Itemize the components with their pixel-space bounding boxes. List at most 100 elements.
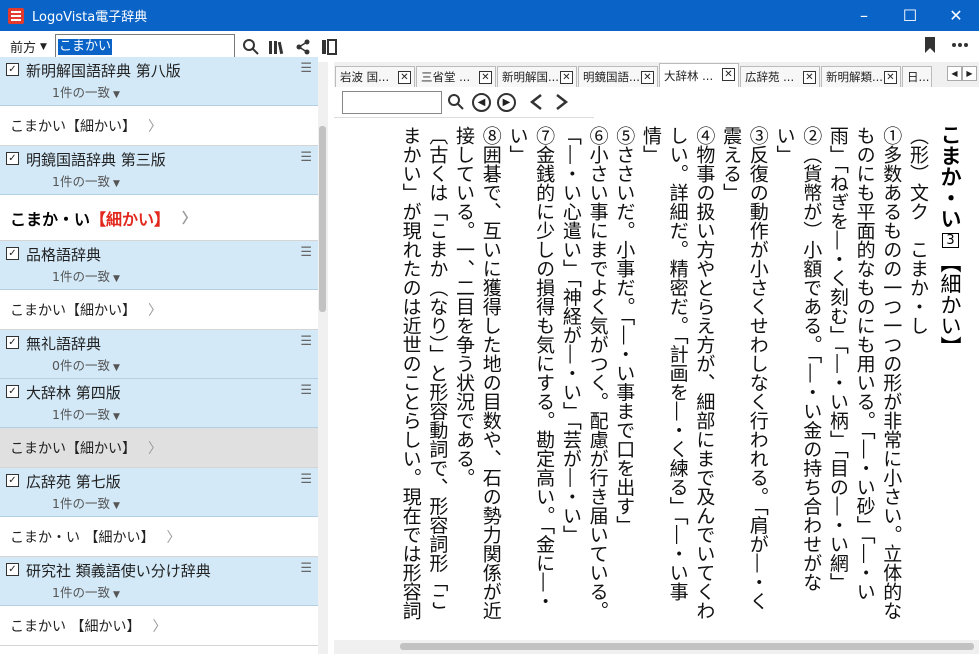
close-icon[interactable]: ✕ [722, 68, 735, 81]
match-count[interactable]: 1件の一致 ▼ [52, 82, 120, 101]
dict-name: 大辞林 第四版 [26, 384, 121, 402]
entry-content: こまか・い3【細かい】 （形）文ク こまか・し ①多数あるものの一つ一つの形が非常… [334, 118, 979, 638]
definition-line: まかい」が現れたのは近世のことらしい。現在では形容詞 [399, 126, 422, 620]
dict-header[interactable]: ✓ 明鏡国語辞典 第三版 1件の一致 ▼ ☰ [0, 146, 318, 195]
definition-line: ⑤ささいだ。小事だ。「―・い事まで口を出す」 [613, 126, 636, 535]
tab-kojien[interactable]: 広辞苑 ... ✕ [740, 66, 820, 87]
match-count[interactable]: 1件の一致 ▼ [52, 582, 120, 601]
list-icon[interactable]: ☰ [300, 472, 312, 487]
find-in-entry-input[interactable] [342, 90, 442, 114]
result-item[interactable]: こまか・い 【細かい】〉 [0, 195, 318, 241]
checkbox[interactable]: ✓ [6, 63, 19, 76]
close-button[interactable]: ✕ [933, 0, 979, 31]
tab-more[interactable]: 日... [902, 66, 932, 87]
dict-name: 研究社 類義語使い分け辞典 [26, 562, 211, 580]
result-item[interactable]: こまかい【細かい】〉 [0, 106, 318, 146]
tab-daijirin[interactable]: 大辞林 ... ✕ [659, 63, 739, 87]
list-icon[interactable]: ☰ [300, 561, 312, 576]
dict-header[interactable]: ✓ 品格語辞典 1件の一致 ▼ ☰ [0, 241, 318, 290]
search-direction-select[interactable]: 前方 ▼ [10, 37, 47, 56]
result-item[interactable]: こまか・い 【細かい】〉 [0, 517, 318, 557]
minimize-button[interactable]: – [841, 0, 887, 31]
left-scrollbar[interactable] [318, 62, 328, 654]
tab-shinmeikai[interactable]: 新明解国... ✕ [497, 66, 577, 87]
match-count[interactable]: 1件の一致 ▼ [52, 404, 120, 423]
list-icon[interactable]: ☰ [300, 61, 312, 76]
definition-line: しい。詳細だ。精密だ。「計画を―・く練る」「―・い事 [666, 126, 689, 601]
definition-line: ②（貨幣が）小額である。「―・い金の持ち合わせがな [800, 126, 823, 592]
scrollbar-thumb[interactable] [400, 643, 974, 650]
back-icon[interactable] [526, 92, 546, 112]
app-icon [8, 7, 24, 24]
tab-iwanami[interactable]: 岩波 国... ✕ [335, 66, 415, 87]
dictionary-tabs: 岩波 国... ✕ 三省堂 ... ✕ 新明解国... ✕ 明鏡国語... ✕ 大辞林 … [334, 62, 979, 87]
close-icon[interactable]: ✕ [560, 71, 573, 84]
dict-name: 品格語辞典 [26, 246, 102, 264]
result-item[interactable]: こまかい【細かい】〉 [0, 290, 318, 330]
checkbox[interactable]: ✓ [6, 385, 19, 398]
definition-line: 情」 [639, 126, 662, 164]
library-icon[interactable] [267, 37, 287, 57]
tab-meikyo[interactable]: 明鏡国語... ✕ [578, 66, 658, 87]
dict-header[interactable]: ✓ 無礼語辞典 0件の一致 ▼ ☰ [0, 330, 318, 379]
list-icon[interactable]: ☰ [300, 334, 312, 349]
definition-line: ⑦金銭的に少しの損得も気にする。勘定高い。「金に―・ [533, 126, 556, 611]
forward-icon[interactable] [552, 92, 572, 112]
definition-line: ⑧囲碁で、互いに獲得した地の目数や、石の勢力関係が近 [479, 126, 502, 620]
dict-header[interactable]: ✓ 研究社 類義語使い分け辞典 1件の一致 ▼ ☰ [0, 557, 318, 606]
tab-sanseido[interactable]: 三省堂 ... ✕ [416, 66, 496, 87]
match-count[interactable]: 1件の一致 ▼ [52, 171, 120, 190]
scrollbar-thumb[interactable] [319, 126, 326, 312]
search-icon[interactable] [241, 37, 261, 57]
definition-text: （形）文ク こまか・し ①多数あるものの一つ一つの形が非常に小さい。立体的な ものに… [397, 126, 931, 626]
dict-header[interactable]: ✓ 大辞林 第四版 1件の一致 ▼ ☰ [0, 379, 318, 428]
list-icon[interactable]: ☰ [300, 245, 312, 260]
dict-name: 広辞苑 第七版 [26, 473, 121, 491]
find-next-icon[interactable]: ▶ [497, 92, 516, 112]
result-item-selected[interactable]: こまかい【細かい】〉 [0, 428, 318, 468]
horizontal-scrollbar[interactable] [334, 640, 979, 654]
match-count[interactable]: 1件の一致 ▼ [52, 493, 120, 512]
panel-layout-icon[interactable] [319, 37, 339, 57]
dict-name: 新明解国語辞典 第八版 [26, 62, 181, 80]
definition-line: 震える」 [720, 126, 743, 202]
list-icon[interactable]: ☰ [300, 383, 312, 398]
definition-line: ものにも平面的なものにも用いる。「―・い砂」「―・い [853, 126, 876, 601]
definition-line: い」 [506, 126, 529, 164]
title-bar: LogoVista電子辞典 – ☐ ✕ [0, 0, 979, 31]
more-icon[interactable] [951, 36, 969, 58]
entry-nav-bar: ◀ ▶ [334, 87, 594, 118]
checkbox[interactable]: ✓ [6, 563, 19, 576]
definition-line: ①多数あるものの一つ一つの形が非常に小さい。立体的な [880, 126, 903, 620]
close-icon[interactable]: ✕ [479, 71, 492, 84]
dict-name: 明鏡国語辞典 第三版 [26, 151, 166, 169]
search-input[interactable]: こまかい [54, 34, 235, 59]
checkbox[interactable]: ✓ [6, 247, 19, 260]
headword: こまか・い3【細かい】 [938, 124, 962, 357]
checkbox[interactable]: ✓ [6, 152, 19, 165]
definition-line: ④物事の扱い方やとらえ方が、細部にまで及んでいてくわ [693, 126, 716, 620]
close-icon[interactable]: ✕ [641, 71, 654, 84]
result-item[interactable]: こまかい 【細かい】〉 [0, 606, 318, 646]
checkbox[interactable]: ✓ [6, 474, 19, 487]
match-count[interactable]: 1件の一致 ▼ [52, 266, 120, 285]
share-icon[interactable] [293, 37, 313, 57]
find-prev-icon[interactable]: ◀ [472, 92, 491, 112]
dict-header[interactable]: ✓ 広辞苑 第七版 1件の一致 ▼ ☰ [0, 468, 318, 517]
tab-scroll-right-icon[interactable]: ▶ [962, 66, 977, 81]
match-count[interactable]: 0件の一致 ▼ [52, 355, 120, 374]
list-icon[interactable]: ☰ [300, 150, 312, 165]
close-icon[interactable]: ✕ [884, 71, 897, 84]
maximize-button[interactable]: ☐ [887, 0, 933, 31]
close-icon[interactable]: ✕ [803, 71, 816, 84]
tab-scroll-left-icon[interactable]: ◀ [947, 66, 962, 81]
dict-name: 無礼語辞典 [26, 335, 102, 353]
dict-header[interactable]: ✓ 新明解国語辞典 第八版 1件の一致 ▼ ☰ [0, 57, 318, 106]
bookmark-icon[interactable] [923, 36, 937, 58]
tab-shinmeikai-ruigo[interactable]: 新明解類... ✕ [821, 66, 901, 87]
search-icon[interactable] [446, 92, 466, 112]
checkbox[interactable]: ✓ [6, 336, 19, 349]
window-title: LogoVista電子辞典 [32, 10, 148, 25]
definition-line: 接している。一、二目を争う状況である。 [453, 126, 476, 487]
close-icon[interactable]: ✕ [398, 71, 411, 84]
